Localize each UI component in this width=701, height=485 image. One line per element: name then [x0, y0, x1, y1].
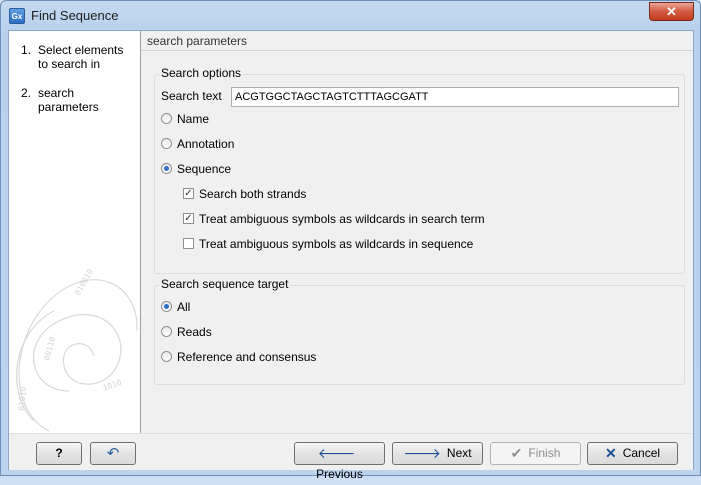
checkbox[interactable]: [183, 238, 194, 250]
title-bar[interactable]: Gx Find Sequence ✕: [1, 1, 700, 31]
group-title: Search sequence target: [159, 277, 291, 291]
previous-button[interactable]: 🡐 Previous: [294, 442, 385, 481]
radio-reference-consensus[interactable]: Reference and consensus: [161, 350, 316, 365]
checkbox[interactable]: ✓: [183, 213, 194, 225]
radio-button[interactable]: [161, 138, 172, 150]
undo-icon: ↶: [106, 445, 120, 462]
radio-reads[interactable]: Reads: [161, 325, 212, 340]
help-button[interactable]: ?: [36, 442, 82, 465]
window-title: Find Sequence: [31, 8, 119, 23]
checkbox-wildcards-sequence[interactable]: Treat ambiguous symbols as wildcards in …: [183, 237, 473, 252]
next-button[interactable]: 🡒 Next: [392, 442, 483, 465]
search-text-input[interactable]: [231, 87, 679, 107]
radio-label: Reference and consensus: [177, 350, 317, 364]
checkbox[interactable]: ✓: [183, 188, 194, 200]
wizard-steps-panel: 1. Select elements to search in 2. searc…: [9, 31, 141, 433]
radio-button[interactable]: [161, 326, 172, 338]
radio-label: Annotation: [177, 137, 235, 151]
group-title: Search options: [159, 66, 244, 80]
finish-button[interactable]: ✔ Finish: [490, 442, 581, 465]
radio-label: Sequence: [177, 162, 232, 176]
dialog-window: Gx Find Sequence ✕ 1. Select elements to…: [0, 0, 701, 481]
checkbox-label: Treat ambiguous symbols as wildcards in …: [199, 237, 474, 251]
checkbox-wildcards-term[interactable]: ✓ Treat ambiguous symbols as wildcards in…: [183, 212, 485, 227]
step-number: 1.: [21, 43, 32, 57]
app-icon: Gx: [9, 8, 25, 24]
cancel-x-icon: ✕: [604, 445, 617, 461]
radio-label: Name: [177, 112, 210, 126]
search-target-group: Search sequence target All Reads Referen…: [154, 277, 685, 385]
decorative-spiral-icon: 010010 00110 01010 1010: [15, 267, 138, 432]
checkbox-label: Search both strands: [199, 187, 307, 201]
radio-label: All: [177, 300, 191, 314]
search-text-label: Search text: [161, 89, 222, 103]
divider: [141, 50, 693, 51]
svg-text:010010: 010010: [73, 267, 95, 297]
step-label: Select elements to search in: [38, 43, 124, 71]
cancel-button[interactable]: ✕ Cancel: [587, 442, 678, 465]
radio-sequence[interactable]: Sequence: [161, 162, 231, 177]
check-icon: ✔: [510, 445, 523, 461]
next-label: Next: [446, 446, 472, 460]
step-number: 2.: [21, 86, 32, 100]
dialog-footer: ? ↶ 🡐 Previous 🡒 Next ✔ Finish ✕ Cancel: [9, 433, 693, 481]
cancel-label: Cancel: [622, 446, 661, 460]
finish-label: Finish: [528, 446, 561, 460]
checkbox-both-strands[interactable]: ✓ Search both strands: [183, 187, 306, 202]
radio-button[interactable]: [161, 351, 172, 363]
arrow-right-icon: 🡒: [403, 445, 441, 461]
step-label: search parameters: [38, 86, 99, 114]
radio-annotation[interactable]: Annotation: [161, 137, 234, 152]
radio-label: Reads: [177, 325, 212, 339]
radio-button[interactable]: [161, 113, 172, 125]
dialog-client: 1. Select elements to search in 2. searc…: [8, 30, 694, 481]
radio-button[interactable]: [161, 301, 172, 313]
radio-button[interactable]: [161, 163, 172, 175]
reset-button[interactable]: ↶: [90, 442, 136, 465]
radio-name[interactable]: Name: [161, 112, 209, 127]
section-title: search parameters: [147, 34, 248, 48]
previous-label: Previous: [316, 467, 363, 481]
checkbox-label: Treat ambiguous symbols as wildcards in …: [199, 212, 485, 226]
radio-all[interactable]: All: [161, 300, 190, 315]
content-panel: search parameters Search options Search …: [141, 31, 693, 433]
arrow-left-icon: 🡐: [317, 445, 356, 461]
search-options-group: Search options Search text Name Annotati…: [154, 66, 685, 274]
svg-text:00110: 00110: [42, 336, 57, 362]
close-button[interactable]: ✕: [649, 2, 694, 21]
